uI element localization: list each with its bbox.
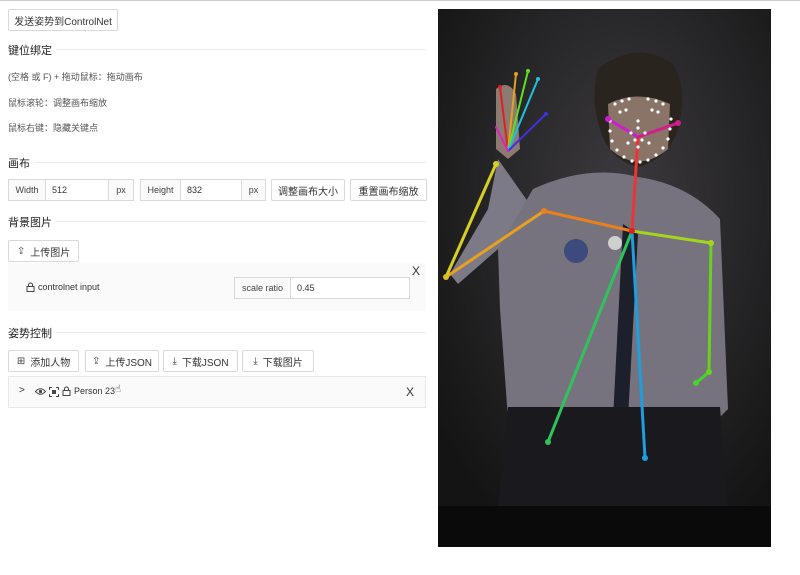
keybind-divider [56,49,426,50]
height-label: Height [140,179,181,201]
width-unit: px [108,179,134,201]
canvas-divider [34,162,426,163]
upload-image-button[interactable]: ⇪ 上传图片 [8,240,79,262]
keybind-section-title: 键位绑定 [8,45,52,57]
download-icon: ⤓ [172,355,177,367]
pose-canvas[interactable] [438,9,771,547]
width-label: Width [8,179,46,201]
reset-zoom-button[interactable]: 重置画布缩放 [350,179,427,201]
add-square-icon: ⊞ [16,355,26,367]
pose-section-title: 姿势控制 [8,328,52,340]
keybind-line-zoom: 鼠标滚轮：调整画布缩放 [8,98,108,108]
background-divider [56,221,426,222]
scale-ratio-input[interactable]: 0.45 [290,277,410,299]
scale-ratio-label: scale ratio [234,277,291,299]
lock-icon[interactable] [62,386,71,396]
person-close-button[interactable]: X [406,385,414,399]
background-item-label: controlnet input [38,282,100,292]
person-row[interactable]: > Person 23 ☝ X [8,376,426,408]
add-person-button[interactable]: ⊞ 添加人物 [8,350,79,372]
pose-divider [56,332,426,333]
background-item: controlnet input [26,282,100,292]
download-icon: ⤓ [253,355,258,367]
eye-icon[interactable] [35,387,46,396]
upload-json-button[interactable]: ⇪ 上传JSON [85,350,159,372]
upload-icon: ⇪ [16,245,26,257]
resize-canvas-button[interactable]: 调整画布大小 [271,179,345,201]
height-input[interactable]: 832 [180,179,242,201]
upload-icon: ⇪ [91,355,101,367]
chevron-right-icon[interactable]: > [19,385,25,396]
canvas-section-title: 画布 [8,158,30,170]
download-json-label: 下载JSON [181,357,229,369]
keybind-line-hide: 鼠标右键：隐藏关键点 [8,123,99,133]
download-json-button[interactable]: ⤓ 下载JSON [163,350,238,372]
pose-canvas-svg[interactable] [438,9,771,547]
add-person-label: 添加人物 [30,357,71,369]
lock-icon[interactable] [26,282,35,292]
height-unit: px [241,179,266,201]
background-close-button[interactable]: X [412,264,420,278]
upload-image-label: 上传图片 [30,247,71,259]
focus-icon[interactable] [49,387,59,397]
width-input[interactable]: 512 [45,179,109,201]
control-panel: 发送姿势到ControlNet 键位绑定 (空格 或 F) + 拖动鼠标：拖动画… [0,1,432,575]
person-name: Person 23 [74,386,116,396]
download-image-button[interactable]: ⤓ 下载图片 [242,350,314,372]
canvas-bottom-band [438,506,771,547]
upload-json-label: 上传JSON [105,357,153,369]
keybind-line-drag: (空格 或 F) + 拖动鼠标：拖动画布 [8,72,143,82]
background-section-title: 背景图片 [8,217,52,229]
hand-icon[interactable]: ☝ [115,384,121,395]
download-image-label: 下载图片 [262,357,303,369]
send-to-controlnet-button[interactable]: 发送姿势到ControlNet [8,9,118,31]
bone-left-upper-arm [707,241,713,374]
